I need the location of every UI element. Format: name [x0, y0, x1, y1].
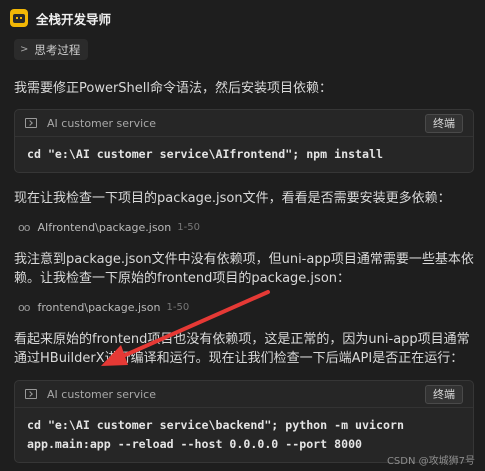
assistant-title: 全栈开发导师	[36, 11, 112, 27]
chat-header: 全栈开发导师	[10, 6, 111, 30]
message-paragraph: 现在让我检查一下项目的package.json文件，看看是否需要安装更多依赖：	[14, 191, 451, 206]
terminal-command: cd "e:\AI customer service\AIfrontend"; …	[27, 147, 383, 161]
chevron-right-icon: >	[20, 44, 29, 55]
file-path: AIfrontend\package.json	[37, 220, 172, 234]
terminal-icon	[25, 118, 37, 128]
message-paragraph: 我需要修正PowerShell命令语法，然后安装项目依赖：	[14, 81, 333, 96]
terminal-block: AI customer service 终端 cd "e:\AI custome…	[14, 380, 474, 463]
message-paragraph: 我注意到package.json文件中没有依赖项，但uni-app项目通常需要一…	[14, 252, 474, 286]
terminal-block: AI customer service 终端 cd "e:\AI custome…	[14, 109, 474, 173]
terminal-header: AI customer service 终端	[15, 110, 473, 137]
assistant-avatar	[10, 9, 28, 27]
terminal-label: AI customer service	[47, 387, 156, 401]
watermark: CSDN @攻城狮7号	[386, 456, 475, 467]
terminal-label: AI customer service	[47, 116, 156, 130]
open-terminal-button[interactable]: 终端	[425, 384, 463, 404]
file-path: frontend\package.json	[37, 300, 161, 314]
thinking-label: 思考过程	[34, 42, 81, 57]
glasses-icon: oo	[18, 220, 31, 234]
message-paragraph: 看起来原始的frontend项目也没有依赖项，这是正常的，因为uni-app项目…	[14, 332, 470, 366]
line-range: 1-50	[177, 221, 200, 233]
file-reference[interactable]: oo AIfrontend\package.json 1-50	[18, 218, 200, 236]
robot-icon	[13, 13, 25, 23]
glasses-icon: oo	[18, 300, 31, 314]
terminal-header: AI customer service 终端	[15, 381, 473, 408]
terminal-icon	[25, 389, 37, 399]
open-terminal-button[interactable]: 终端	[425, 113, 463, 133]
line-range: 1-50	[166, 301, 190, 313]
file-reference[interactable]: oo frontend\package.json 1-50	[18, 298, 189, 316]
thinking-toggle[interactable]: > 思考过程	[14, 39, 89, 60]
